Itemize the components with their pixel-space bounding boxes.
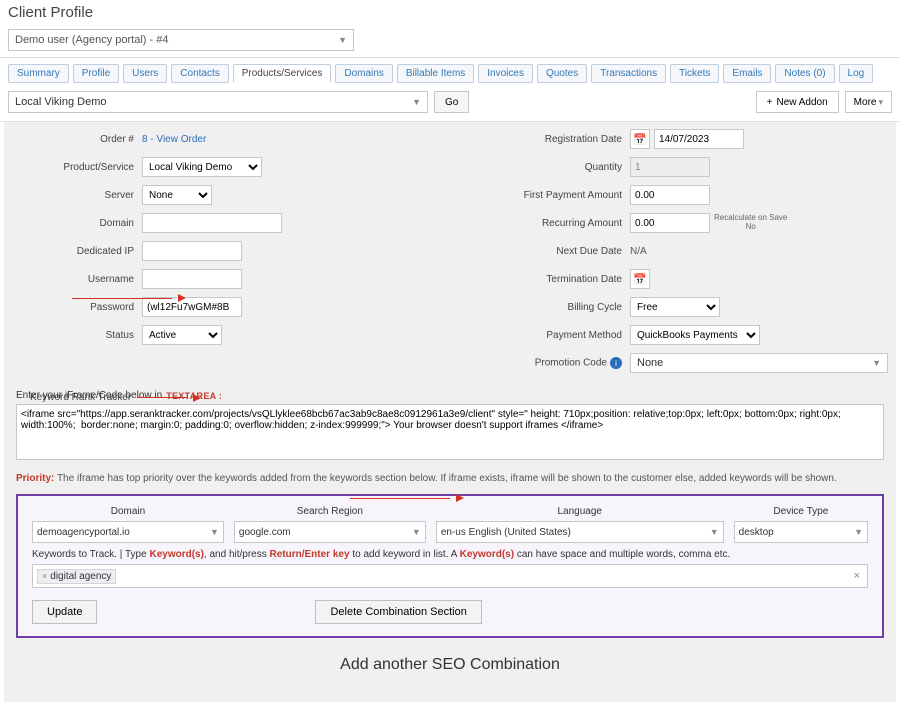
tab-billable[interactable]: Billable Items <box>397 64 474 83</box>
keyword-tag-text: digital agency <box>50 571 111 582</box>
promo-code-value: None <box>637 357 663 369</box>
quantity-input <box>630 157 710 177</box>
add-seo-heading: Add another SEO Combination <box>12 656 888 674</box>
seo-lang-header: Language <box>436 506 724 517</box>
tabs: Summary Profile Users Contacts Products/… <box>0 58 900 87</box>
chevron-down-icon: ▼ <box>872 358 881 368</box>
tab-summary[interactable]: Summary <box>8 64 69 83</box>
domain-input[interactable] <box>142 213 282 233</box>
new-addon-label: New Addon <box>777 97 828 108</box>
domain-label: Domain <box>12 218 142 229</box>
update-button[interactable]: Update <box>32 600 97 624</box>
tab-domains[interactable]: Domains <box>335 64 392 83</box>
chevron-down-icon: ▼ <box>412 97 421 107</box>
tab-notes[interactable]: Notes (0) <box>775 64 834 83</box>
next-due-value: N/A <box>630 246 647 257</box>
product-select[interactable]: Local Viking Demo <box>142 157 262 177</box>
termination-date-label: Termination Date <box>470 274 630 285</box>
service-select-value: Local Viking Demo <box>15 96 107 108</box>
keyword-tag: × digital agency <box>37 569 116 584</box>
seo-domain-select[interactable]: demoagencyportal.io▼ <box>32 521 224 543</box>
callout-rank-tracker: Keyword Rank Tracker <box>30 392 131 403</box>
tab-contacts[interactable]: Contacts <box>171 64 228 83</box>
tab-log[interactable]: Log <box>839 64 874 83</box>
billing-cycle-label: Billing Cycle <box>470 302 630 313</box>
registration-date-label: Registration Date <box>470 134 630 145</box>
info-icon[interactable]: i <box>610 357 622 369</box>
priority-text: The iframe has top priority over the key… <box>57 473 837 484</box>
more-button[interactable]: More ▾ <box>845 91 892 113</box>
seo-device-header: Device Type <box>734 506 868 517</box>
tab-tickets[interactable]: Tickets <box>670 64 719 83</box>
chevron-down-icon: ▼ <box>338 35 347 45</box>
tab-emails[interactable]: Emails <box>723 64 771 83</box>
page-title: Client Profile <box>8 4 892 21</box>
dedicated-ip-label: Dedicated IP <box>12 246 142 257</box>
plus-icon: + <box>767 97 773 108</box>
calendar-icon[interactable]: 📅 <box>630 269 650 289</box>
order-label: Order # <box>12 134 142 145</box>
status-label: Status <box>12 330 142 341</box>
tab-transactions[interactable]: Transactions <box>591 64 666 83</box>
registration-date-input[interactable] <box>654 129 744 149</box>
recalc-hint: Recalculate on Save No <box>714 214 787 232</box>
iframe-textarea[interactable]: <iframe src="https://app.seranktracker.c… <box>16 404 884 460</box>
go-button[interactable]: Go <box>434 91 469 113</box>
remove-tag-icon[interactable]: × <box>42 571 47 581</box>
payment-method-select[interactable]: QuickBooks Payments <box>630 325 760 345</box>
seo-device-select[interactable]: desktop▼ <box>734 521 868 543</box>
keyword-tag-input[interactable]: × digital agency × <box>32 564 868 588</box>
keyword-hint: Keywords to Track. | Type Keyword(s), an… <box>32 549 868 560</box>
client-select[interactable]: Demo user (Agency portal) - #4 ▼ <box>8 29 354 51</box>
tab-profile[interactable]: Profile <box>73 64 119 83</box>
next-due-label: Next Due Date <box>470 246 630 257</box>
calendar-icon[interactable]: 📅 <box>630 129 650 149</box>
priority-label: Priority: <box>16 473 54 484</box>
new-addon-button[interactable]: + New Addon <box>756 91 839 113</box>
quantity-label: Quantity <box>470 162 630 173</box>
tab-invoices[interactable]: Invoices <box>478 64 533 83</box>
recurring-amount-input[interactable] <box>630 213 710 233</box>
first-payment-label: First Payment Amount <box>470 190 630 201</box>
billing-cycle-select[interactable]: Free <box>630 297 720 317</box>
chevron-down-icon: ▾ <box>878 97 883 108</box>
tab-users[interactable]: Users <box>123 64 167 83</box>
product-label: Product/Service <box>12 162 142 173</box>
view-order-link[interactable]: 8 - View Order <box>142 134 206 145</box>
first-payment-input[interactable] <box>630 185 710 205</box>
password-label: Password <box>12 302 142 313</box>
clear-all-icon[interactable]: × <box>854 570 863 582</box>
username-input[interactable] <box>142 269 242 289</box>
delete-combination-button[interactable]: Delete Combination Section <box>315 600 481 624</box>
client-select-value: Demo user (Agency portal) - #4 <box>15 34 168 46</box>
seo-domain-header: Domain <box>32 506 224 517</box>
server-select[interactable]: None <box>142 185 212 205</box>
more-label: More <box>854 97 877 108</box>
status-select[interactable]: Active <box>142 325 222 345</box>
promo-code-label: Promotion Codei <box>470 357 630 369</box>
seo-region-select[interactable]: google.com▼ <box>234 521 426 543</box>
dedicated-ip-input[interactable] <box>142 241 242 261</box>
username-label: Username <box>12 274 142 285</box>
service-select[interactable]: Local Viking Demo ▼ <box>8 91 428 113</box>
seo-lang-select[interactable]: en-us English (United States)▼ <box>436 521 724 543</box>
tab-products-services[interactable]: Products/Services <box>233 64 332 83</box>
payment-method-label: Payment Method <box>470 330 630 341</box>
seo-panel: Domain demoagencyportal.io▼ Search Regio… <box>16 494 884 638</box>
promo-code-select[interactable]: None ▼ <box>630 353 888 373</box>
recurring-amount-label: Recurring Amount <box>470 218 630 229</box>
server-label: Server <box>12 190 142 201</box>
tab-quotes[interactable]: Quotes <box>537 64 587 83</box>
seo-region-header: Search Region <box>234 506 426 517</box>
